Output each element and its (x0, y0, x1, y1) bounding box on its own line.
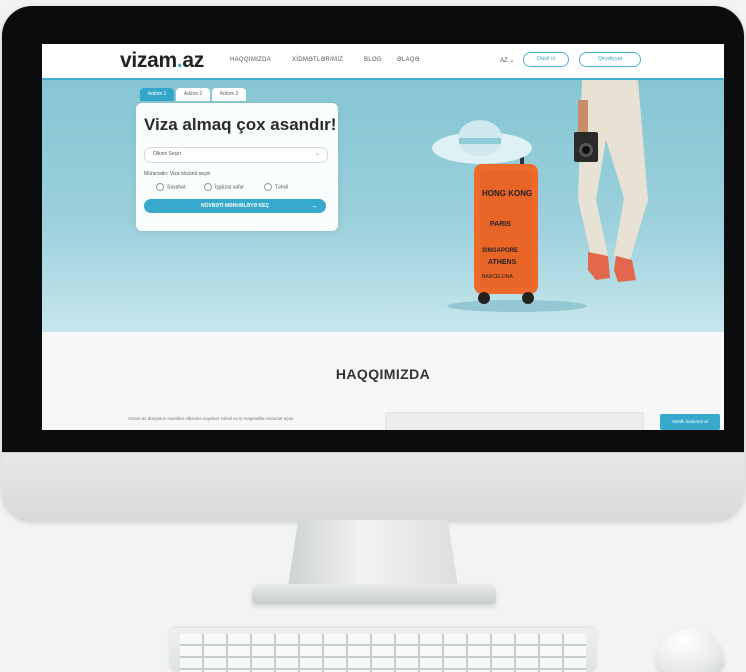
radio-education[interactable]: Təhsil (264, 183, 288, 191)
key-row-divider (180, 668, 586, 670)
keyboard (170, 628, 596, 672)
tab-step-2[interactable]: Addım 2 (176, 88, 210, 101)
login-button[interactable]: Daxil ol (523, 52, 569, 67)
website-screen: vizam.az HAQQIMIZDA XİDMƏTLƏRİMİZ BLOG Ə… (42, 44, 724, 430)
imac-monitor: vizam.az HAQQIMIZDA XİDMƏTLƏRİMİZ BLOG Ə… (2, 6, 744, 521)
tab-step-1[interactable]: Addım 1 (140, 88, 174, 101)
next-step-label: NÖVBƏTİ MƏRHƏLƏYƏ KEÇ (200, 203, 270, 209)
logo-main: vizam (120, 49, 177, 72)
mouse (656, 628, 724, 672)
about-more-button[interactable]: Ətraflı məlumat al (660, 414, 720, 430)
about-image (385, 412, 644, 430)
nav-link-about[interactable]: HAQQIMIZDA (230, 57, 271, 63)
logo-tld: az (182, 49, 205, 72)
radio-circle-icon (204, 183, 212, 191)
screen-bezel: vizam.az HAQQIMIZDA XİDMƏTLƏRİMİZ BLOG Ə… (2, 6, 744, 452)
traveler-shoe (588, 252, 610, 280)
chevron-down-icon: ⌄ (314, 151, 320, 157)
monitor-base (252, 584, 496, 604)
site-header: vizam.az HAQQIMIZDA XİDMƏTLƏRİMİZ BLOG Ə… (42, 44, 724, 80)
traveler-legs (578, 80, 648, 260)
hero-illustration: HONG KONG PARIS SINGAPORE ATHENS BARCELO… (432, 80, 648, 312)
about-title: HAQQIMIZDA (335, 366, 431, 382)
language-selector[interactable]: AZ ⌄ (500, 57, 514, 64)
about-text: Vizam.az dünyanın istənilən ölkəsinə səy… (128, 416, 294, 421)
purpose-label: Müraciətin: Viza növünü seçin (144, 171, 211, 177)
visa-form-card: Viza almaq çox asandır! Ölkəni Seçin ⌄ M… (136, 103, 338, 231)
monitor-chin (2, 452, 744, 521)
nav-link-contact[interactable]: ƏLAQƏ (397, 57, 420, 63)
radio-travel[interactable]: Səyahət (156, 183, 185, 191)
next-step-button[interactable]: NÖVBƏTİ MƏRHƏLƏYƏ KEÇ → (144, 199, 326, 213)
suitcase-wheel (478, 292, 490, 304)
nav-link-blog[interactable]: BLOG (364, 57, 382, 63)
radio-business[interactable]: İşgüzar səfər (204, 183, 244, 191)
key-row-divider (180, 656, 586, 658)
hero-section: Addım 1 Addım 2 Addım 3 Viza almaq çox a… (42, 80, 724, 332)
suitcase-text-singapore: SINGAPORE (482, 248, 518, 254)
nav-link-services[interactable]: XİDMƏTLƏRİMİZ (292, 57, 343, 63)
register-button[interactable]: Qeydiyyat (579, 52, 641, 67)
radio-circle-icon (156, 183, 164, 191)
suitcase-text-paris: PARIS (490, 221, 511, 228)
monitor-stand (288, 520, 458, 586)
suitcase-text-hongkong: HONG KONG (482, 189, 532, 198)
floor-shadow (447, 300, 587, 312)
radio-travel-label: Səyahət (167, 184, 186, 191)
suitcase-text-athens: ATHENS (488, 259, 517, 266)
radio-education-label: Təhsil (275, 184, 289, 191)
keyboard-keys (180, 634, 586, 672)
radio-circle-icon (264, 183, 272, 191)
site-logo[interactable]: vizam.az (120, 49, 204, 73)
about-section: HAQQIMIZDA Vizam.az dünyanın istənilən ö… (42, 332, 724, 430)
country-select[interactable]: Ölkəni Seçin ⌄ (144, 147, 328, 163)
arrow-right-icon: → (310, 201, 318, 210)
suitcase-text-barcelona: BARCELONA (482, 274, 514, 280)
radio-business-label: İşgüzar səfər (215, 184, 244, 191)
form-title: Viza almaq çox asandır! (144, 115, 337, 134)
tab-step-3[interactable]: Addım 3 (212, 88, 246, 101)
key-row-divider (180, 644, 586, 646)
country-select-value: Ölkəni Seçin (153, 151, 182, 157)
